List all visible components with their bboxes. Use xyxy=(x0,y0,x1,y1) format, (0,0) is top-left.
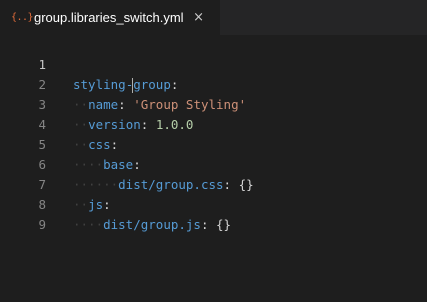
code-line: 8 ····dist/group.js: {} xyxy=(0,175,427,232)
code-line: 7 ··js: xyxy=(0,155,427,212)
close-icon[interactable]: × xyxy=(192,10,206,25)
yaml-value: {} xyxy=(216,217,232,232)
yaml-file-icon: {..} xyxy=(11,12,34,23)
code-line: 5 ····base: xyxy=(0,115,427,172)
line-number: 9 xyxy=(38,217,46,232)
code-line: 1 styling-group: xyxy=(0,35,427,93)
code-line: 6 ······dist/group.css: {} xyxy=(0,135,427,192)
code-line: 3 ··version: 1.0.0 xyxy=(0,75,427,132)
tab-bar: {..} group.libraries_switch.yml × xyxy=(0,0,427,35)
tab-title: group.libraries_switch.yml xyxy=(34,10,184,25)
code-area[interactable]: 1 styling-group: 2 ··name: 'Group Stylin… xyxy=(0,35,427,232)
code-editor: {..} group.libraries_switch.yml × 1 styl… xyxy=(0,0,427,302)
code-line: 2 ··name: 'Group Styling' xyxy=(0,55,427,112)
yaml-key: dist/group.js xyxy=(103,217,201,232)
code-line: 4 ··css: xyxy=(0,95,427,152)
tab-group-libraries-switch[interactable]: {..} group.libraries_switch.yml × xyxy=(0,0,220,35)
yaml-separator: : xyxy=(200,217,217,232)
code-line: 9 xyxy=(0,195,427,232)
